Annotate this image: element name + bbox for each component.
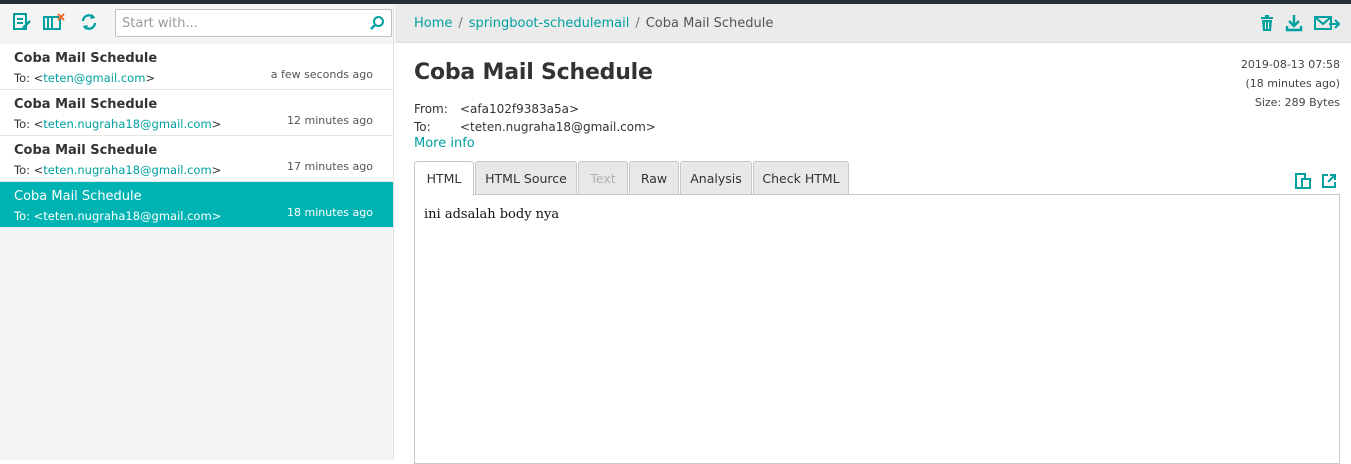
tab-raw[interactable]: Raw [629, 161, 679, 195]
breadcrumb-separator: / [458, 16, 463, 31]
message-time: 17 minutes ago [287, 160, 373, 173]
message-list-item[interactable]: Coba Mail Schedule To: <teten@gmail.com>… [0, 44, 393, 90]
breadcrumb-current: Coba Mail Schedule [645, 16, 774, 31]
breadcrumb-home-link[interactable]: Home [414, 16, 452, 31]
sidebar-toolbar [0, 4, 393, 44]
tab-text: Text [578, 161, 628, 195]
message-subject: Coba Mail Schedule [14, 189, 142, 204]
message-subject: Coba Mail Schedule [14, 51, 158, 66]
tab-analysis[interactable]: Analysis [680, 161, 752, 195]
breadcrumb-separator: / [635, 16, 640, 31]
message-list-item[interactable]: Coba Mail Schedule To: <teten.nugraha18@… [0, 90, 393, 136]
open-new-window-icon[interactable] [1320, 172, 1338, 190]
message-time: a few seconds ago [270, 68, 373, 81]
message-list-item[interactable]: Coba Mail Schedule To: <teten.nugraha18@… [0, 136, 393, 182]
message-subject: Coba Mail Schedule [14, 97, 158, 112]
message-relative-time: (18 minutes ago) [1245, 77, 1340, 90]
breadcrumb: Home / springboot-schedulemail / Coba Mail S… [414, 16, 773, 31]
tab-check-html[interactable]: Check HTML [753, 161, 849, 195]
search-icon[interactable] [369, 15, 385, 31]
from-row: From: <afa102f9383a5a> [414, 100, 656, 118]
delete-all-icon[interactable] [43, 12, 67, 32]
forward-mail-icon[interactable] [1313, 13, 1341, 33]
search-input[interactable] [116, 10, 356, 36]
message-address-fields: From: <afa102f9383a5a> To: <teten.nugraha1… [414, 100, 656, 136]
message-view: Home / springboot-schedulemail / Coba Mail S… [395, 4, 1351, 464]
more-info-link[interactable]: More info [414, 136, 475, 151]
message-size: Size: 289 Bytes [1254, 96, 1340, 109]
message-list-sidebar: Coba Mail Schedule To: <teten@gmail.com>… [0, 4, 394, 460]
message-time: 18 minutes ago [287, 206, 373, 219]
to-row: To: <teten.nugraha18@gmail.com> [414, 118, 656, 136]
message-subject: Coba Mail Schedule [14, 143, 158, 158]
to-label: To: [414, 120, 431, 134]
tab-html-source[interactable]: HTML Source [475, 161, 577, 195]
to-value: <teten.nugraha18@gmail.com> [460, 120, 656, 134]
message-title: Coba Mail Schedule [414, 60, 653, 85]
message-meta: 2019-08-13 07:58 (18 minutes ago) Size: … [1241, 55, 1340, 112]
from-value: <afa102f9383a5a> [460, 102, 580, 116]
tab-html[interactable]: HTML [414, 161, 474, 196]
message-list-item-selected[interactable]: Coba Mail Schedule To: <teten.nugraha18@… [0, 182, 393, 228]
message-body-frame: ini adsalah body nya [414, 194, 1340, 464]
mark-all-read-icon[interactable] [12, 12, 32, 32]
breadcrumb-mailbox-link[interactable]: springboot-schedulemail [469, 16, 630, 31]
trash-icon[interactable] [1257, 13, 1277, 33]
message-time: 12 minutes ago [287, 114, 373, 127]
responsive-view-icon[interactable] [1294, 172, 1312, 190]
from-label: From: [414, 102, 448, 116]
message-header-bar: Home / springboot-schedulemail / Coba Mail S… [395, 4, 1351, 43]
search-box [115, 9, 392, 37]
view-tabs: HTML HTML Source Text Raw Analysis Check… [414, 161, 1344, 196]
message-body-text: ini adsalah body nya [424, 207, 560, 222]
refresh-icon[interactable] [79, 12, 99, 32]
message-date: 2019-08-13 07:58 [1240, 58, 1340, 71]
download-icon[interactable] [1284, 13, 1304, 33]
